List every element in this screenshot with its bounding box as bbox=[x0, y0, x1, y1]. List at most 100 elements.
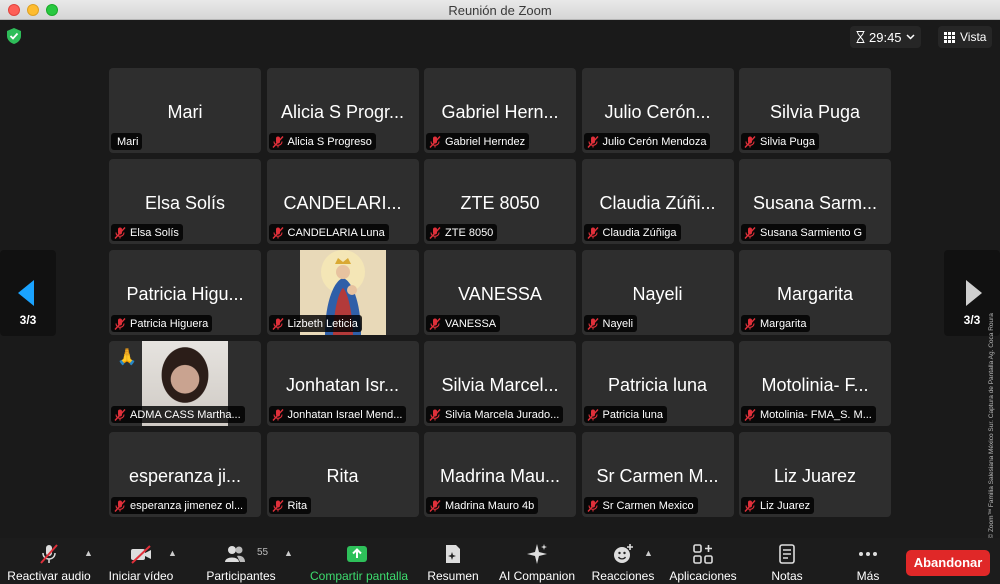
hourglass-icon bbox=[856, 31, 865, 43]
participant-tile[interactable]: CANDELARI... CANDELARIA Luna bbox=[266, 159, 419, 244]
participant-name-label: Margarita bbox=[741, 315, 811, 332]
participant-tile[interactable]: Patricia luna Patricia luna bbox=[581, 341, 734, 426]
participant-tile[interactable]: 🙏 ADMA CASS Martha... bbox=[109, 341, 261, 426]
chevron-down-icon bbox=[906, 34, 915, 40]
participant-display-name: esperanza ji... bbox=[128, 466, 242, 486]
participant-name: Silvia Puga bbox=[760, 135, 816, 148]
emoji-icon bbox=[614, 544, 633, 563]
window-title: Reunión de Zoom bbox=[448, 3, 552, 18]
participant-tile[interactable]: Silvia Puga Silvia Puga bbox=[739, 68, 891, 153]
participant-name-label: Patricia luna bbox=[583, 406, 668, 423]
apps-icon bbox=[693, 544, 713, 564]
meeting-timer[interactable]: 29:45 bbox=[850, 26, 921, 48]
participant-tile[interactable]: ZTE 8050 ZTE 8050 bbox=[424, 159, 576, 244]
microphone-muted-icon bbox=[114, 226, 126, 239]
participant-name-label: Nayeli bbox=[583, 315, 638, 332]
participant-name-label: Julio Cerón Mendoza bbox=[583, 133, 711, 150]
photo-credit: Cortesía © Zoom™ Familia Salesiana Méxic… bbox=[988, 313, 995, 565]
notes-button[interactable]: Notas bbox=[767, 538, 807, 584]
participant-name: Sr Carmen Mexico bbox=[602, 499, 694, 512]
participant-tile[interactable]: Liz Juarez Liz Juarez bbox=[739, 432, 891, 517]
notes-label: Notas bbox=[771, 569, 803, 583]
microphone-muted-icon bbox=[586, 317, 599, 330]
participant-display-name: ZTE 8050 bbox=[460, 193, 540, 213]
participant-tile[interactable]: Madrina Mau... Madrina Mauro 4b bbox=[424, 432, 576, 517]
participant-name: Patricia luna bbox=[602, 408, 664, 421]
start-video-button[interactable]: ▲ Iniciar vídeo bbox=[106, 538, 177, 584]
summary-button[interactable]: Resumen bbox=[427, 538, 479, 584]
participants-options-caret-icon[interactable]: ▲ bbox=[284, 548, 293, 558]
participant-name: VANESSA bbox=[445, 317, 497, 330]
participant-tile[interactable]: Margarita Margarita bbox=[739, 250, 891, 335]
participant-name-label: Jonhatan Israel Mend... bbox=[268, 406, 407, 423]
participant-display-name: Nayeli bbox=[632, 284, 683, 304]
more-dots-icon bbox=[859, 552, 877, 556]
microphone-muted-icon bbox=[744, 317, 756, 330]
leave-meeting-button[interactable]: Abandonar bbox=[906, 550, 990, 576]
participant-name: ZTE 8050 bbox=[445, 226, 494, 239]
participant-name: Jonhatan Israel Mend... bbox=[287, 408, 403, 421]
participant-name-label: VANESSA bbox=[426, 315, 501, 332]
participant-name-label: Elsa Solís bbox=[111, 224, 183, 241]
unmute-audio-button[interactable]: ▲ Reactivar audio bbox=[7, 538, 93, 584]
microphone-muted-icon bbox=[271, 135, 284, 148]
summary-label: Resumen bbox=[427, 569, 479, 583]
participant-tile[interactable]: Claudia Zúñi... Claudia Zúñiga bbox=[581, 159, 734, 244]
participant-name: Nayeli bbox=[602, 317, 634, 330]
participant-display-name: Susana Sarm... bbox=[752, 193, 878, 213]
reactions-label: Reacciones bbox=[591, 569, 655, 583]
participant-display-name: Jonhatan Isr... bbox=[285, 375, 400, 395]
microphone-muted-icon bbox=[744, 226, 756, 239]
microphone-muted-icon bbox=[271, 226, 284, 239]
video-options-caret-icon[interactable]: ▲ bbox=[168, 548, 177, 558]
participant-name: Motolinia- FMA_S. M... bbox=[760, 408, 872, 421]
participant-tile[interactable]: Mari Mari bbox=[109, 68, 261, 153]
apps-label: Aplicaciones bbox=[669, 569, 737, 583]
microphone-muted-icon bbox=[586, 226, 599, 239]
previous-page-button[interactable]: 3/3 bbox=[0, 250, 56, 336]
participants-button[interactable]: 55 ▲ Participantes bbox=[206, 538, 293, 584]
arrow-right-icon bbox=[966, 280, 982, 306]
participant-name: Julio Cerón Mendoza bbox=[602, 135, 707, 148]
participant-name-label: Motolinia- FMA_S. M... bbox=[741, 406, 876, 423]
participant-display-name: Sr Carmen M... bbox=[596, 466, 719, 486]
reactions-button[interactable]: ▲ Reacciones bbox=[592, 538, 654, 584]
participant-name: Silvia Marcela Jurado... bbox=[445, 408, 560, 421]
participant-display-name: Claudia Zúñi... bbox=[599, 193, 716, 213]
share-screen-button[interactable]: Compartir pantalla bbox=[310, 538, 408, 584]
ai-companion-button[interactable]: AI Companion bbox=[499, 538, 575, 584]
window-titlebar: Reunión de Zoom bbox=[0, 0, 1000, 20]
microphone-muted-icon bbox=[744, 499, 756, 512]
participant-name-label: Rita bbox=[268, 497, 312, 514]
apps-button[interactable]: Aplicaciones bbox=[669, 538, 737, 584]
participant-display-name: Elsa Solís bbox=[144, 193, 226, 213]
participant-tile[interactable]: Rita Rita bbox=[266, 432, 419, 517]
participant-tile[interactable]: Alicia S Progr... Alicia S Progreso bbox=[266, 68, 419, 153]
participant-name: Gabriel Herndez bbox=[445, 135, 526, 148]
participant-tile[interactable]: Nayeli Nayeli bbox=[581, 250, 734, 335]
view-button[interactable]: Vista bbox=[938, 26, 993, 48]
participant-tile[interactable]: Lizbeth Leticia bbox=[266, 250, 419, 335]
shield-icon[interactable] bbox=[7, 28, 21, 44]
participant-name: Madrina Mauro 4b bbox=[445, 499, 535, 512]
participant-tile[interactable]: Gabriel Hern... Gabriel Herndez bbox=[424, 68, 576, 153]
view-label: Vista bbox=[960, 30, 987, 44]
reactions-options-caret-icon[interactable]: ▲ bbox=[644, 548, 653, 558]
participant-name-label: Silvia Puga bbox=[741, 133, 820, 150]
participant-tile[interactable]: VANESSA VANESSA bbox=[424, 250, 576, 335]
audio-options-caret-icon[interactable]: ▲ bbox=[84, 548, 93, 558]
participant-tile[interactable]: Sr Carmen M... Sr Carmen Mexico bbox=[581, 432, 734, 517]
participant-tile[interactable]: Julio Cerón... Julio Cerón Mendoza bbox=[581, 68, 734, 153]
meeting-toolbar: ▲ Reactivar audio ▲ Iniciar vídeo 55 ▲ P… bbox=[0, 538, 1000, 584]
participant-tile[interactable]: Silvia Marcel... Silvia Marcela Jurado... bbox=[424, 341, 576, 426]
microphone-muted-icon bbox=[429, 408, 441, 421]
participant-tile[interactable]: esperanza ji... esperanza jimenez ol... bbox=[109, 432, 261, 517]
participant-tile[interactable]: Susana Sarm... Susana Sarmiento G bbox=[739, 159, 891, 244]
more-button[interactable]: Más bbox=[848, 538, 888, 584]
participant-tile[interactable]: Jonhatan Isr... Jonhatan Israel Mend... bbox=[266, 341, 419, 426]
participant-tile[interactable]: Motolinia- F... Motolinia- FMA_S. M... bbox=[739, 341, 891, 426]
participant-name: Claudia Zúñiga bbox=[602, 226, 677, 239]
participant-tile[interactable]: Elsa Solís Elsa Solís bbox=[109, 159, 261, 244]
participant-tile[interactable]: Patricia Higu... Patricia Higuera bbox=[109, 250, 261, 335]
participants-label: Participantes bbox=[206, 569, 276, 583]
